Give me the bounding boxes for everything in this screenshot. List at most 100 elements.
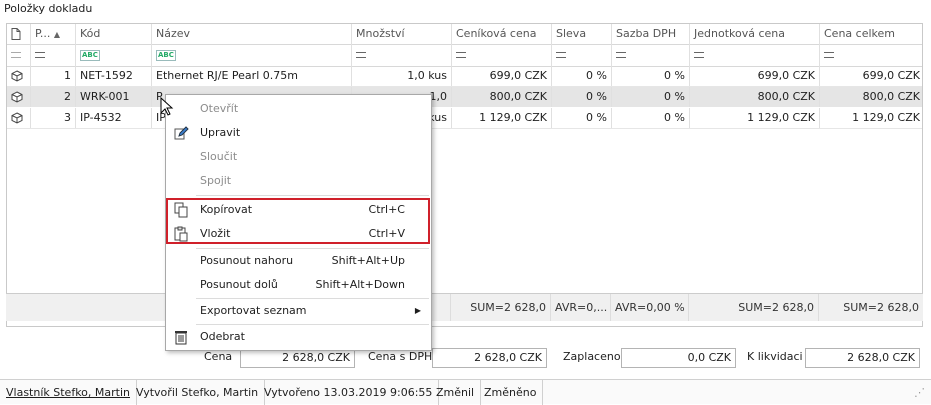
filter-cell[interactable] (452, 44, 552, 66)
cell-p[interactable]: 3 (31, 108, 76, 128)
zaplaceno-label: Zaplaceno (563, 350, 621, 363)
col-header-celkem[interactable]: Cena celkem (820, 24, 924, 44)
doc-icon[interactable] (7, 24, 31, 44)
menu-item-spojit[interactable]: Spojit (166, 169, 431, 193)
menu-item-label: Upravit (200, 126, 241, 139)
filter-cell[interactable]: ABC (76, 44, 152, 66)
equals-icon (694, 52, 704, 58)
col-header-kod[interactable]: Kód (76, 24, 152, 44)
cell-cenikova[interactable]: 800,0 CZK (452, 87, 552, 107)
col-header-jednotkova[interactable]: Jednotková cena (690, 24, 820, 44)
menu-item-label: Otevřít (200, 102, 239, 115)
menu-item-label: Odebrat (200, 330, 245, 343)
summary-row: SUM=2 628,0 AVR=0,... AVR=0,00 % SUM=2 6… (6, 293, 923, 321)
col-header-dph[interactable]: Sazba DPH (612, 24, 690, 44)
filter-row: ABC ABC (7, 44, 922, 67)
menu-item-label: Posunout dolů (200, 278, 278, 291)
cell-celkem[interactable]: 699,0 CZK (820, 66, 924, 86)
menu-item-label: Exportovat seznam (200, 304, 307, 317)
grid-header: P... ▲ Kód Název Množství Ceníková cena … (7, 24, 922, 45)
text-filter-icon: ABC (80, 49, 100, 61)
cell-nazev[interactable]: Ethernet RJ/E Pearl 0.75m (152, 66, 352, 86)
trash-icon (175, 331, 187, 345)
menu-item-exportovat-seznam[interactable]: Exportovat seznam ▶ (166, 299, 431, 323)
cell-jednotkova[interactable]: 699,0 CZK (690, 66, 820, 86)
filter-cell[interactable] (820, 44, 924, 66)
cell-dph[interactable]: 0 % (612, 87, 690, 107)
menu-item-odebrat[interactable]: Odebrat (166, 325, 431, 349)
menu-item-upravit[interactable]: Upravit (166, 121, 431, 145)
filter-cell[interactable] (7, 44, 31, 66)
summary-dph: AVR=0,00 % (611, 294, 689, 321)
sort-asc-icon: ▲ (53, 30, 61, 39)
edit-icon (174, 126, 189, 140)
equals-icon (356, 52, 366, 58)
submenu-arrow-icon: ▶ (414, 306, 421, 315)
filter-cell[interactable] (352, 44, 452, 66)
equals-icon (616, 52, 626, 58)
menu-item-sloucit[interactable]: Sloučit (166, 145, 431, 169)
filter-cell[interactable] (552, 44, 612, 66)
cell-p[interactable]: 2 (31, 87, 76, 107)
cell-mnozstvi[interactable]: 1,0 kus (352, 66, 452, 86)
zaplaceno-field[interactable]: 0,0 CZK (621, 348, 736, 368)
summary-jednotkova: SUM=2 628,0 (689, 294, 819, 321)
cell-kod[interactable]: IP-4532 (76, 108, 152, 128)
cell-sleva[interactable]: 0 % (552, 87, 612, 107)
cell-celkem[interactable]: 800,0 CZK (820, 87, 924, 107)
menu-item-posunout-nahoru[interactable]: Posunout nahoru Shift+Alt+Up (166, 249, 431, 273)
filter-cell[interactable]: ABC (152, 44, 352, 66)
box-icon (7, 108, 31, 128)
cena-label: Cena (204, 350, 233, 363)
resize-grip-icon[interactable]: ⋰ (912, 380, 927, 405)
cena-s-dph-label: Cena s DPH (368, 350, 433, 363)
cell-sleva[interactable]: 0 % (552, 108, 612, 128)
menu-item-otevrit[interactable]: Otevřít (166, 97, 431, 121)
mouse-cursor-icon (160, 97, 174, 116)
status-zmenil: Změnil (430, 380, 482, 405)
equals-icon (35, 52, 45, 58)
col-header-p[interactable]: P... ▲ (31, 24, 76, 44)
text-filter-icon: ABC (156, 49, 176, 61)
col-header-sleva[interactable]: Sleva (552, 24, 612, 44)
filter-cell[interactable] (31, 44, 76, 66)
k-likvidaci-field[interactable]: 2 628,0 CZK (805, 348, 920, 368)
summary-celkem: SUM=2 628,0 (843, 301, 919, 314)
col-header-mnozstvi[interactable]: Množství (352, 24, 452, 44)
k-likvidaci-label: K likvidaci (747, 350, 803, 363)
status-zmeneno: Změněno (478, 380, 544, 405)
menu-item-shortcut: Shift+Alt+Down (315, 278, 406, 291)
equals-icon (824, 52, 834, 58)
cell-cenikova[interactable]: 699,0 CZK (452, 66, 552, 86)
cena-s-dph-field[interactable]: 2 628,0 CZK (432, 348, 547, 368)
menu-item-posunout-dolu[interactable]: Posunout dolů Shift+Alt+Down (166, 273, 431, 297)
table-row[interactable]: 1 NET-1592 Ethernet RJ/E Pearl 0.75m 1,0… (7, 66, 922, 87)
equals-icon (556, 52, 566, 58)
items-grid[interactable]: P... ▲ Kód Název Množství Ceníková cena … (6, 23, 923, 327)
cell-kod[interactable]: NET-1592 (76, 66, 152, 86)
cell-dph[interactable]: 0 % (612, 66, 690, 86)
col-header-nazev[interactable]: Název (152, 24, 352, 44)
cena-field[interactable]: 2 628,0 CZK (240, 348, 355, 368)
status-bar: Vlastník Stefko, Martin Vytvořil Stefko,… (0, 379, 931, 405)
highlight-box (166, 198, 430, 244)
cell-cenikova[interactable]: 1 129,0 CZK (452, 108, 552, 128)
menu-item-label: Spojit (200, 174, 232, 187)
filter-cell[interactable] (612, 44, 690, 66)
col-header-cenikova[interactable]: Ceníková cena (452, 24, 552, 44)
table-row[interactable]: 2 WRK-001 P 1,0 800,0 CZK 0 % 0 % 800,0 … (7, 87, 922, 107)
cell-jednotkova[interactable]: 800,0 CZK (690, 87, 820, 107)
status-vlastnik-link[interactable]: Vlastník Stefko, Martin (0, 380, 137, 405)
summary-sleva: AVR=0,... (551, 294, 611, 321)
cell-jednotkova[interactable]: 1 129,0 CZK (690, 108, 820, 128)
panel-title: Položky dokladu (4, 2, 93, 15)
filter-cell[interactable] (690, 44, 820, 66)
cell-celkem[interactable]: 1 129,0 CZK (820, 108, 924, 128)
cell-dph[interactable]: 0 % (612, 108, 690, 128)
cell-kod[interactable]: WRK-001 (76, 87, 152, 107)
table-row[interactable]: 3 IP-4532 IP kus 1 129,0 CZK 0 % 0 % 1 1… (7, 108, 922, 129)
menu-item-label: Sloučit (200, 150, 238, 163)
cell-sleva[interactable]: 0 % (552, 66, 612, 86)
cell-p[interactable]: 1 (31, 66, 76, 86)
equals-icon (456, 52, 466, 58)
